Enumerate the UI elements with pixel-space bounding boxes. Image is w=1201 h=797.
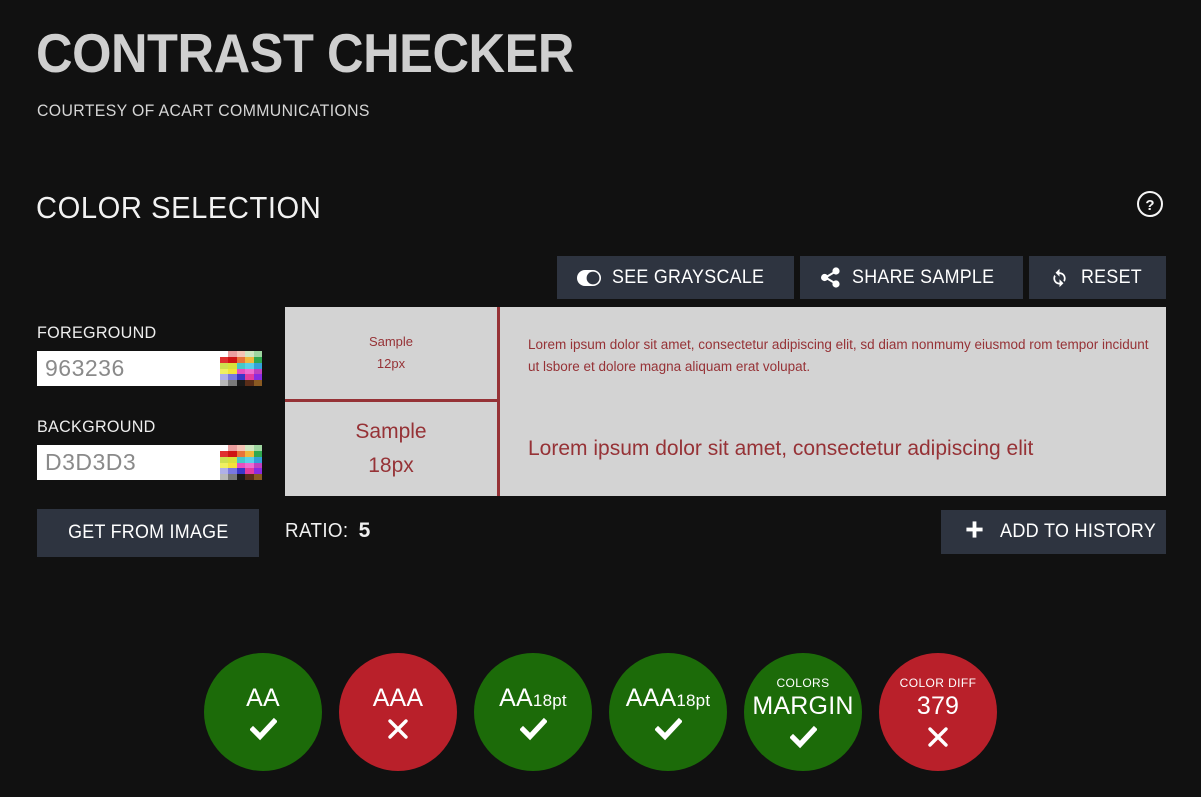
result-badge[interactable]: AA 18pt (474, 653, 592, 771)
check-icon (789, 725, 817, 749)
result-badge-size: 18pt (532, 691, 567, 710)
result-badge-level: 379 (916, 691, 960, 720)
add-to-history-button[interactable]: ADD TO HISTORY (941, 510, 1166, 554)
result-badge[interactable]: COLOR DIFF 379 (879, 653, 997, 771)
result-badge-label: AAA 18pt (626, 683, 711, 713)
svg-text:?: ? (1145, 197, 1154, 214)
page-title: CONTRAST CHECKER (36, 22, 574, 84)
result-badge-level: MARGIN (752, 691, 854, 720)
get-from-image-button[interactable]: GET FROM IMAGE (37, 509, 259, 557)
result-badge-size: 18pt (676, 691, 711, 710)
sample-label-small: Sample 12px (285, 307, 497, 402)
result-badge-label: AAA (373, 683, 424, 713)
toolbar: SEE GRAYSCALE SHARE SAMPLE RESET (556, 256, 1166, 299)
get-from-image-label: GET FROM IMAGE (67, 522, 229, 543)
refresh-icon (1049, 267, 1070, 288)
palette-swatch[interactable] (228, 474, 237, 480)
sample-size-column: Sample 12px Sample 18px (285, 307, 497, 496)
palette-swatch[interactable] (220, 474, 229, 480)
sample-text-column: Lorem ipsum dolor sit amet, consectetur … (500, 307, 1166, 496)
sample-text-small: Lorem ipsum dolor sit amet, consectetur … (500, 307, 1166, 402)
contrast-checker-page: CONTRAST CHECKER COURTESY OF ACART COMMU… (0, 0, 1201, 797)
contrast-ratio: RATIO: 5 (285, 518, 371, 544)
background-input[interactable] (37, 445, 220, 480)
result-badge-caption: COLORS (776, 675, 830, 690)
results-badge-row: AA AAA AA 18pt AAA 18pt COLORS MARGIN COLOR DIFF… (0, 653, 1201, 771)
palette-swatch[interactable] (253, 474, 262, 480)
foreground-label: FOREGROUND (37, 323, 157, 342)
see-grayscale-button[interactable]: SEE GRAYSCALE (556, 256, 794, 299)
sample-label-large: Sample 18px (285, 402, 497, 497)
palette-swatch[interactable] (245, 474, 254, 480)
cross-icon (925, 725, 952, 749)
contrast-ratio-value: 5 (358, 519, 371, 542)
result-badge-caption: COLOR DIFF (899, 675, 977, 690)
sample-text-large: Lorem ipsum dolor sit amet, consectetur … (500, 402, 1166, 497)
plus-icon (965, 520, 984, 545)
result-badge-level: AA (499, 684, 533, 712)
sample-text-small-content: Lorem ipsum dolor sit amet, consectetur … (528, 337, 1149, 375)
sample-label-small-text: Sample (368, 333, 414, 349)
palette-swatch[interactable] (245, 380, 254, 386)
share-sample-button[interactable]: SHARE SAMPLE (799, 256, 1024, 299)
background-color-palette-icon[interactable] (220, 445, 262, 480)
section-title: COLOR SELECTION (36, 190, 322, 225)
question-circle-icon[interactable]: ? (1135, 189, 1165, 219)
check-icon (249, 717, 277, 741)
result-badge-label: 379 (917, 691, 959, 721)
result-badge-label: AA 18pt (499, 683, 567, 713)
reset-button[interactable]: RESET (1029, 256, 1166, 299)
result-badge[interactable]: AAA (339, 653, 457, 771)
share-sample-label: SHARE SAMPLE (851, 266, 995, 288)
palette-swatch[interactable] (228, 380, 237, 386)
background-field-group (37, 445, 262, 480)
result-badge[interactable]: COLORS MARGIN (744, 653, 862, 771)
sample-label-large-text: Sample (355, 419, 427, 443)
foreground-field-group (37, 351, 262, 386)
share-nodes-icon (820, 267, 841, 288)
see-grayscale-label: SEE GRAYSCALE (611, 266, 764, 288)
add-to-history-label: ADD TO HISTORY (1000, 521, 1157, 542)
result-badge[interactable]: AAA 18pt (609, 653, 727, 771)
page-subtitle: COURTESY OF ACART COMMUNICATIONS (37, 101, 370, 120)
palette-swatch[interactable] (220, 380, 229, 386)
contrast-ratio-label: RATIO: (285, 520, 349, 542)
palette-swatch[interactable] (236, 380, 246, 386)
background-label: BACKGROUND (37, 417, 156, 436)
cross-icon (385, 717, 412, 741)
reset-label: RESET (1081, 266, 1143, 288)
toggle-switch-icon (576, 269, 601, 286)
sample-label-large-size: 18px (368, 453, 414, 477)
sample-preview-panel: Sample 12px Sample 18px Lorem ipsum dolo… (285, 307, 1166, 496)
result-badge-level: AA (246, 684, 280, 712)
result-badge[interactable]: AA (204, 653, 322, 771)
result-badge-level: AAA (372, 684, 424, 712)
check-icon (519, 717, 547, 741)
foreground-input[interactable] (37, 351, 220, 386)
palette-swatch[interactable] (236, 474, 246, 480)
palette-swatch[interactable] (253, 380, 262, 386)
result-badge-label: AA (246, 683, 280, 713)
sample-text-large-content: Lorem ipsum dolor sit amet, consectetur … (528, 436, 1034, 460)
result-badge-level: AAA (625, 684, 677, 712)
foreground-color-palette-icon[interactable] (220, 351, 262, 386)
result-badge-label: MARGIN (752, 691, 853, 721)
sample-label-small-size: 12px (376, 355, 406, 371)
check-icon (654, 717, 682, 741)
